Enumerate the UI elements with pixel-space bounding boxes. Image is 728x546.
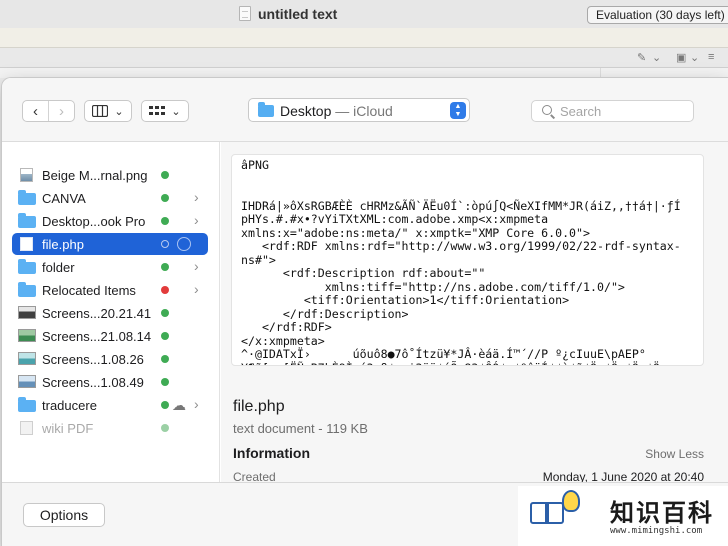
synced-status-icon <box>161 217 169 225</box>
folder-icon <box>18 259 36 274</box>
error-status-icon <box>161 286 169 294</box>
watermark: 知识百科 www.mimingshi.com <box>518 486 728 546</box>
editor-gutter <box>0 68 728 78</box>
group-by-button[interactable]: ⌄ <box>141 100 189 122</box>
chevron-down-icon: ⌄ <box>114 105 124 118</box>
image-file-icon <box>20 168 33 182</box>
editor-ruler <box>0 28 728 48</box>
folder-icon <box>258 102 274 117</box>
chevron-right-icon: › <box>59 102 64 120</box>
screenshot-icon <box>18 352 36 365</box>
list-item[interactable]: traducere ☁ › <box>12 394 208 416</box>
folder-icon <box>18 282 36 297</box>
editor-toolbar: ✎ ⌄ ▣ ⌄ ≡ <box>0 48 728 68</box>
list-item[interactable]: Screens...21.08.14 <box>12 325 208 347</box>
list-item[interactable]: Screens...1.08.26 <box>12 348 208 370</box>
chevron-right-icon: › <box>194 396 199 412</box>
file-content-preview[interactable]: âPNG IHDRá|»ôXsRGBÆÈÈ cHRMz&ÃÑ`ÄËu0Í`:òp… <box>231 154 704 366</box>
evaluation-badge[interactable]: Evaluation (30 days left) <box>587 6 728 24</box>
list-item[interactable]: Beige M...rnal.png <box>12 164 208 186</box>
folder-icon <box>18 397 36 412</box>
document-icon <box>239 6 251 21</box>
chevron-down-icon[interactable]: ⌄ <box>690 51 699 64</box>
progress-circle-icon <box>177 237 191 251</box>
screenshot-icon <box>18 329 36 342</box>
chevron-right-icon: › <box>194 281 199 297</box>
chevron-right-icon: › <box>194 258 199 274</box>
synced-status-icon <box>161 194 169 202</box>
list-item[interactable]: CANVA › <box>12 187 208 209</box>
grid-icon <box>149 106 166 115</box>
synced-status-icon <box>161 332 169 340</box>
list-item[interactable]: wiki PDF <box>12 417 208 439</box>
folder-icon <box>18 213 36 228</box>
synced-status-icon <box>161 263 169 271</box>
synced-status-icon <box>161 378 169 386</box>
watermark-url: www.mimingshi.com <box>610 526 703 536</box>
location-label: Desktop — iCloud <box>280 103 393 119</box>
options-button[interactable]: Options <box>23 503 105 527</box>
show-less-link[interactable]: Show Less <box>645 447 704 461</box>
menu-icon[interactable]: ≡ <box>708 51 714 63</box>
columns-icon <box>92 105 109 117</box>
chevron-down-icon[interactable]: ⌄ <box>652 51 661 64</box>
folder-icon <box>18 190 36 205</box>
synced-status-icon <box>161 401 169 409</box>
synced-status-icon <box>161 355 169 363</box>
search-icon <box>542 105 552 115</box>
synced-status-icon <box>161 171 169 179</box>
cloud-download-icon[interactable]: ☁ <box>172 397 186 414</box>
book-logo-icon <box>530 496 566 526</box>
php-file-icon <box>20 237 33 251</box>
file-content-text: âPNG IHDRá|»ôXsRGBÆÈÈ cHRMz&ÃÑ`ÄËu0Í`:òp… <box>241 158 681 365</box>
preview-kind-size: text document - 119 KB <box>233 421 368 436</box>
search-field <box>531 100 694 122</box>
open-file-dialog: ‹ › ⌄ ⌄ Desktop — iCloud ▲▼ Beige M...rn… <box>2 78 728 546</box>
chevron-right-icon: › <box>194 212 199 228</box>
list-item[interactable]: Desktop...ook Pro › <box>12 210 208 232</box>
dialog-toolbar: ‹ › ⌄ ⌄ Desktop — iCloud ▲ ▼ <box>2 78 728 142</box>
list-item-selected[interactable]: file.php <box>12 233 208 255</box>
chevron-left-icon: ‹ <box>33 102 38 120</box>
syncing-status-icon <box>161 240 169 248</box>
editor-titlebar: untitled text Evaluation (30 days left) <box>0 0 728 28</box>
chevron-right-icon: › <box>194 189 199 205</box>
file-list: Beige M...rnal.png CANVA › Desktop...ook… <box>2 142 220 482</box>
screenshot-icon <box>18 306 36 319</box>
watermark-brand: 知识百科 <box>610 499 714 527</box>
pdf-file-icon <box>20 421 33 435</box>
list-item[interactable]: Screens...1.08.49 <box>12 371 208 393</box>
forward-button[interactable]: › <box>49 101 74 121</box>
up-down-arrows-icon: ▲ ▼ <box>450 102 466 119</box>
preview-pane: âPNG IHDRá|»ôXsRGBÆÈÈ cHRMz&ÃÑ`ÄËu0Í`:òp… <box>221 142 728 484</box>
editor-window-title: untitled text <box>258 6 338 22</box>
lightbulb-icon <box>562 490 580 512</box>
back-button[interactable]: ‹ <box>23 101 48 121</box>
list-item[interactable]: Relocated Items › <box>12 279 208 301</box>
location-popup[interactable]: Desktop — iCloud ▲ ▼ <box>248 98 470 122</box>
column-view-button[interactable]: ⌄ <box>84 100 132 122</box>
screenshot-icon <box>18 375 36 388</box>
list-item[interactable]: folder › <box>12 256 208 278</box>
navigation-buttons: ‹ › <box>22 100 75 122</box>
preview-filename: file.php <box>233 398 285 415</box>
window-icon[interactable]: ▣ <box>676 51 686 64</box>
synced-status-icon <box>161 424 169 432</box>
chevron-down-icon: ⌄ <box>171 105 181 118</box>
information-heading: Information <box>233 445 310 461</box>
search-input[interactable] <box>560 103 690 119</box>
synced-status-icon <box>161 309 169 317</box>
pen-icon[interactable]: ✎ <box>637 51 646 64</box>
list-item[interactable]: Screens...20.21.41 <box>12 302 208 324</box>
